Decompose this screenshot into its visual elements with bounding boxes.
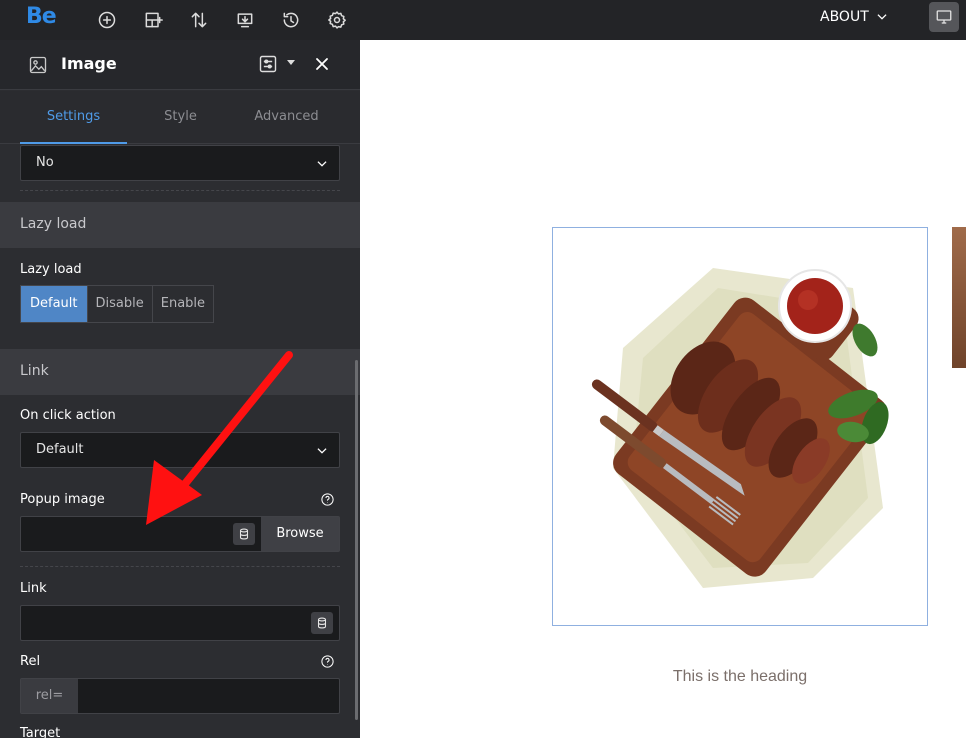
image-icon [28, 55, 48, 75]
on-click-label: On click action [20, 408, 116, 423]
rel-field[interactable]: rel= [20, 678, 340, 714]
section-lazy-load[interactable]: Lazy load [0, 202, 360, 248]
add-icon[interactable] [93, 6, 121, 34]
target-label: Target [20, 726, 61, 738]
lazy-load-toggle: Default Disable Enable [20, 285, 215, 323]
panel-title: Image [61, 54, 117, 73]
help-icon[interactable] [320, 654, 335, 669]
browse-button[interactable]: Browse [261, 517, 339, 551]
layout-icon[interactable] [139, 6, 167, 34]
popup-image-field[interactable]: Browse [20, 516, 340, 552]
divider [20, 566, 340, 567]
help-icon[interactable] [320, 492, 335, 507]
be-logo[interactable]: Be [26, 4, 57, 29]
panel-header: Image [0, 40, 360, 90]
chevron-down-icon [877, 14, 887, 20]
on-click-select[interactable]: Default [20, 432, 340, 468]
top-select[interactable]: No [20, 145, 340, 181]
about-menu-label: ABOUT [820, 9, 869, 25]
sliders-icon[interactable] [258, 54, 278, 74]
history-icon[interactable] [277, 6, 305, 34]
chevron-down-icon [317, 448, 327, 454]
rel-prefix: rel= [21, 679, 78, 713]
panel-tabs: Settings Style Advanced [0, 91, 360, 144]
close-icon[interactable] [312, 54, 332, 74]
tab-style[interactable]: Style [127, 91, 234, 144]
desktop-icon [936, 10, 952, 24]
tab-settings[interactable]: Settings [20, 91, 127, 144]
top-select-value: No [36, 155, 54, 170]
database-icon[interactable] [311, 612, 333, 634]
lazy-option-disable[interactable]: Disable [87, 286, 153, 322]
divider [20, 190, 340, 191]
page-heading[interactable]: This is the heading [610, 668, 870, 686]
top-toolbar: Be ABOUT [0, 0, 966, 40]
adjacent-image[interactable] [952, 227, 966, 368]
settings-panel: Image Settings Style Advanced No Lazy lo… [0, 40, 360, 738]
link-field[interactable] [20, 605, 340, 641]
on-click-value: Default [36, 442, 84, 457]
sort-icon[interactable] [185, 6, 213, 34]
steak-illustration [591, 268, 889, 588]
panel-scrollbar[interactable] [355, 360, 358, 720]
popup-image-label: Popup image [20, 492, 105, 507]
lazy-load-label: Lazy load [20, 262, 82, 277]
gear-icon[interactable] [323, 6, 351, 34]
link-label: Link [20, 581, 47, 596]
database-icon[interactable] [233, 523, 255, 545]
export-icon[interactable] [231, 6, 259, 34]
page-canvas: This is the heading [360, 40, 966, 738]
about-menu[interactable]: ABOUT [820, 9, 889, 25]
lazy-option-default[interactable]: Default [21, 286, 88, 322]
caret-down-icon[interactable] [287, 60, 295, 65]
chevron-down-icon [317, 161, 327, 167]
section-link[interactable]: Link [0, 349, 360, 395]
lazy-option-enable[interactable]: Enable [152, 286, 214, 322]
tab-advanced[interactable]: Advanced [233, 91, 340, 144]
desktop-preview-button[interactable] [929, 2, 959, 32]
steak-image[interactable] [552, 227, 928, 626]
rel-label: Rel [20, 654, 41, 669]
